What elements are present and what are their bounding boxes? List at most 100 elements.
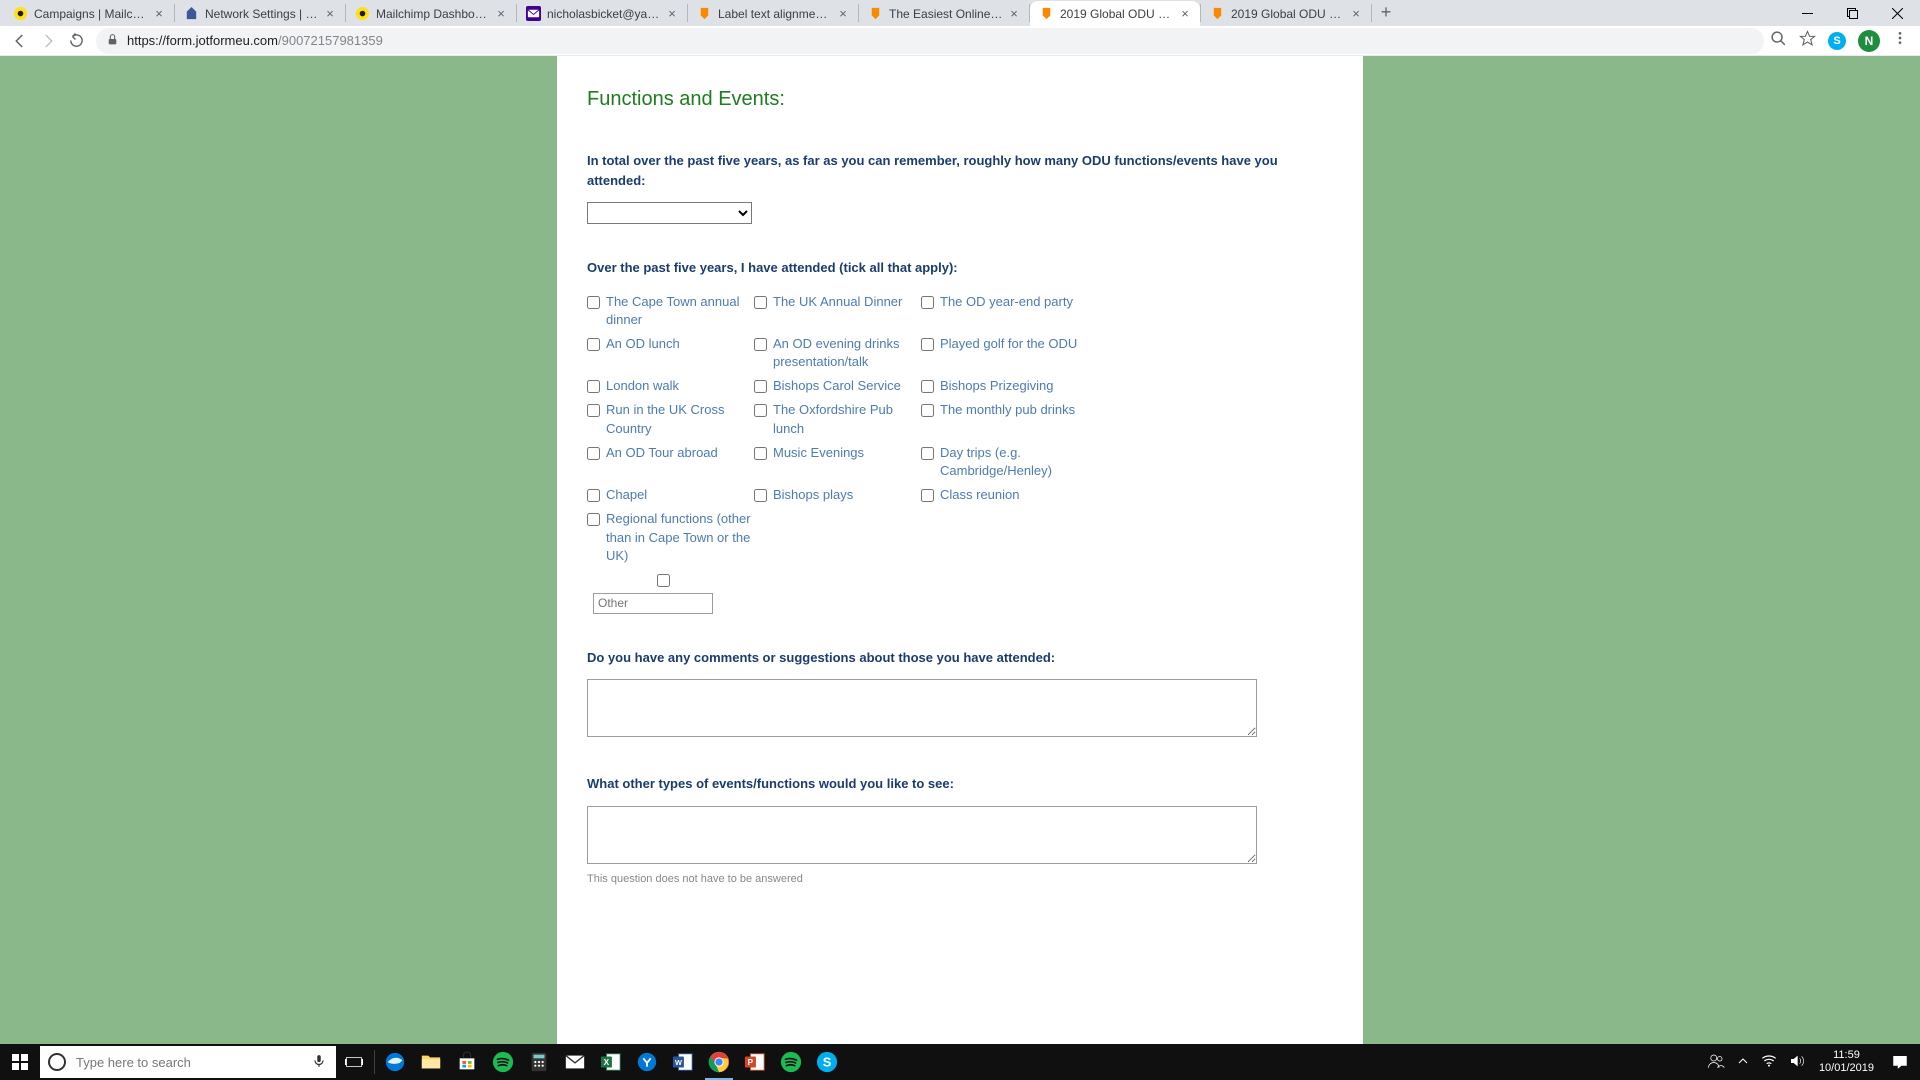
other-input[interactable] bbox=[593, 593, 713, 614]
browser-tab[interactable]: Label text alignment | JotFo × bbox=[688, 1, 858, 26]
other-option bbox=[587, 574, 1333, 614]
checkbox-option[interactable]: Regional functions (other than in Cape T… bbox=[587, 507, 754, 568]
spotify-app-icon[interactable] bbox=[485, 1044, 521, 1080]
checkbox-option[interactable]: Bishops plays bbox=[754, 483, 921, 507]
checkbox-option[interactable]: The Cape Town annual dinner bbox=[587, 290, 754, 332]
taskbar-clock[interactable]: 11:59 10/01/2019 bbox=[1811, 1049, 1882, 1075]
checkbox[interactable] bbox=[754, 296, 767, 309]
browser-tab[interactable]: nicholasbicket@yahoo.co.u × bbox=[517, 1, 687, 26]
spotify-app-icon[interactable] bbox=[773, 1044, 809, 1080]
action-center-button[interactable]: 3 bbox=[1882, 1044, 1918, 1080]
checkbox-option[interactable]: An OD Tour abroad bbox=[587, 441, 754, 483]
people-icon[interactable] bbox=[1701, 1052, 1731, 1073]
checkbox[interactable] bbox=[754, 380, 767, 393]
yammer-app-icon[interactable] bbox=[629, 1044, 665, 1080]
forward-button[interactable] bbox=[34, 27, 62, 55]
checkbox-option[interactable]: An OD evening drinks presentation/talk bbox=[754, 332, 921, 374]
tab-title: Network Settings | Bishops bbox=[205, 7, 319, 21]
checkbox-option[interactable]: Played golf for the ODU bbox=[921, 332, 1088, 374]
start-button[interactable] bbox=[0, 1044, 40, 1080]
checkbox-option[interactable]: London walk bbox=[587, 374, 754, 398]
close-icon[interactable]: × bbox=[1007, 7, 1021, 21]
bookmark-icon[interactable] bbox=[1799, 30, 1816, 52]
taskbar-search[interactable]: Type here to search bbox=[40, 1046, 336, 1078]
maximize-button[interactable] bbox=[1830, 0, 1875, 26]
checkbox[interactable] bbox=[587, 338, 600, 351]
browser-tab[interactable]: Mailchimp Dashboard | Old × bbox=[346, 1, 516, 26]
browser-tab[interactable]: 2019 Global ODU Branch C × bbox=[1030, 1, 1200, 26]
skype-extension-icon[interactable]: S bbox=[1828, 32, 1846, 50]
other-checkbox[interactable] bbox=[657, 574, 670, 587]
zoom-icon[interactable] bbox=[1770, 30, 1787, 52]
checkbox[interactable] bbox=[587, 296, 600, 309]
close-icon[interactable]: × bbox=[323, 7, 337, 21]
close-icon[interactable]: × bbox=[836, 7, 850, 21]
attendance-count-select[interactable] bbox=[587, 202, 752, 224]
excel-app-icon[interactable]: X bbox=[593, 1044, 629, 1080]
checkbox-option[interactable]: The OD year-end party bbox=[921, 290, 1088, 332]
close-icon[interactable]: × bbox=[152, 7, 166, 21]
powerpoint-app-icon[interactable]: P bbox=[737, 1044, 773, 1080]
page-viewport[interactable]: Functions and Events: In total over the … bbox=[0, 56, 1920, 1044]
close-icon[interactable]: × bbox=[494, 7, 508, 21]
checkbox[interactable] bbox=[921, 296, 934, 309]
checkbox-option[interactable]: Class reunion bbox=[921, 483, 1088, 507]
new-tab-button[interactable]: + bbox=[1372, 0, 1400, 26]
comments-textarea[interactable] bbox=[587, 679, 1257, 737]
checkbox-option[interactable]: Bishops Prizegiving bbox=[921, 374, 1088, 398]
checkbox[interactable] bbox=[587, 513, 600, 526]
browser-tab[interactable]: Campaigns | Mailchimp × bbox=[4, 1, 174, 26]
profile-avatar[interactable]: N bbox=[1858, 30, 1880, 52]
edge-app-icon[interactable] bbox=[377, 1044, 413, 1080]
checkbox-label: The Cape Town annual dinner bbox=[606, 293, 751, 329]
checkbox[interactable] bbox=[754, 447, 767, 460]
checkbox[interactable] bbox=[921, 404, 934, 417]
checkbox-label: Music Evenings bbox=[773, 444, 864, 462]
checkbox-option[interactable]: An OD lunch bbox=[587, 332, 754, 374]
volume-icon[interactable] bbox=[1783, 1053, 1811, 1072]
back-button[interactable] bbox=[6, 27, 34, 55]
file-explorer-icon[interactable] bbox=[413, 1044, 449, 1080]
checkbox[interactable] bbox=[921, 380, 934, 393]
wifi-icon[interactable] bbox=[1755, 1053, 1783, 1072]
mic-icon[interactable] bbox=[312, 1054, 326, 1071]
checkbox[interactable] bbox=[921, 447, 934, 460]
checkbox-option[interactable]: Chapel bbox=[587, 483, 754, 507]
checkbox[interactable] bbox=[587, 489, 600, 502]
suggestions-textarea[interactable] bbox=[587, 806, 1257, 864]
close-window-button[interactable] bbox=[1875, 0, 1920, 26]
checkbox-option[interactable]: Run in the UK Cross Country bbox=[587, 398, 754, 440]
browser-tab[interactable]: The Easiest Online Form Bu × bbox=[859, 1, 1029, 26]
tray-chevron-icon[interactable] bbox=[1731, 1055, 1755, 1070]
minimize-button[interactable] bbox=[1785, 0, 1830, 26]
address-input[interactable]: https://form.jotformeu.com/9007215798135… bbox=[96, 28, 1764, 54]
task-view-button[interactable] bbox=[336, 1044, 372, 1080]
checkbox-option[interactable]: The monthly pub drinks bbox=[921, 398, 1088, 440]
skype-app-icon[interactable]: S bbox=[809, 1044, 845, 1080]
checkbox[interactable] bbox=[754, 338, 767, 351]
checkbox-option[interactable]: Bishops Carol Service bbox=[754, 374, 921, 398]
checkbox-option[interactable]: Music Evenings bbox=[754, 441, 921, 483]
checkbox[interactable] bbox=[587, 380, 600, 393]
close-icon[interactable]: × bbox=[665, 7, 679, 21]
checkbox[interactable] bbox=[754, 489, 767, 502]
checkbox[interactable] bbox=[587, 404, 600, 417]
checkbox[interactable] bbox=[587, 447, 600, 460]
menu-icon[interactable] bbox=[1892, 30, 1908, 51]
checkbox-option[interactable]: Day trips (e.g. Cambridge/Henley) bbox=[921, 441, 1088, 483]
close-icon[interactable]: × bbox=[1349, 7, 1363, 21]
browser-tab[interactable]: Network Settings | Bishops × bbox=[175, 1, 345, 26]
reload-button[interactable] bbox=[62, 27, 90, 55]
checkbox-option[interactable]: The Oxfordshire Pub lunch bbox=[754, 398, 921, 440]
checkbox[interactable] bbox=[754, 404, 767, 417]
chrome-app-icon[interactable] bbox=[701, 1044, 737, 1080]
word-app-icon[interactable]: W bbox=[665, 1044, 701, 1080]
checkbox[interactable] bbox=[921, 338, 934, 351]
close-icon[interactable]: × bbox=[1178, 7, 1192, 21]
calculator-app-icon[interactable] bbox=[521, 1044, 557, 1080]
store-app-icon[interactable] bbox=[449, 1044, 485, 1080]
browser-tab[interactable]: 2019 Global ODU Branch C × bbox=[1201, 1, 1371, 26]
checkbox-option[interactable]: The UK Annual Dinner bbox=[754, 290, 921, 332]
mail-app-icon[interactable] bbox=[557, 1044, 593, 1080]
checkbox[interactable] bbox=[921, 489, 934, 502]
